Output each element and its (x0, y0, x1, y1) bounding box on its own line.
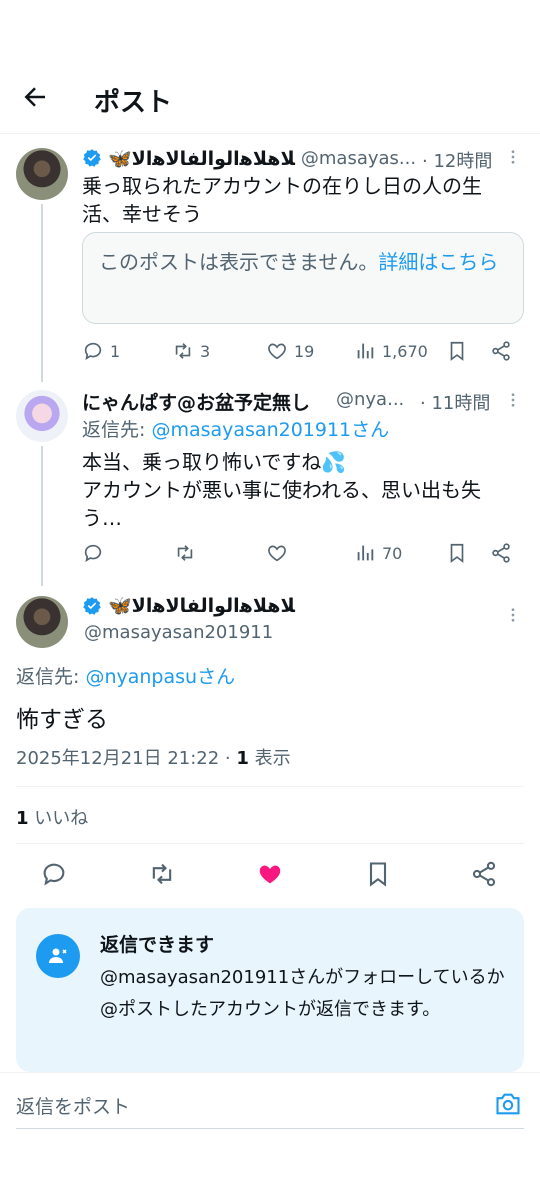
avatar[interactable] (16, 148, 68, 200)
thread-line (41, 446, 43, 586)
notice-title: 返信できます (100, 934, 215, 956)
reply-button[interactable] (82, 542, 104, 564)
reply-composer-input[interactable]: 返信をポスト (16, 1092, 476, 1119)
post1-quote-unavailable[interactable]: このポストは表示できません。詳細はこちら (82, 232, 524, 324)
bookmark-icon (450, 543, 464, 563)
page-title: ポスト (94, 88, 173, 118)
bookmark-icon (450, 341, 464, 361)
main-handle[interactable]: @masayasan201911 (84, 622, 273, 643)
more-button[interactable] (504, 391, 522, 413)
reply-to-link[interactable]: @masayasan201911さん (151, 419, 389, 441)
avatar[interactable] (16, 390, 68, 442)
views-icon (357, 343, 374, 359)
more-button[interactable] (504, 606, 522, 628)
verified-icon (83, 149, 101, 167)
post2-text: 本当、乗っ取り怖いですね💦 アカウントが悪い事に使われる、思い出も失う… (82, 450, 481, 530)
notice-text: @masayasan201911さんがフォローしているか@ポストしたアカウントが… (100, 967, 505, 1020)
bookmark-button[interactable] (364, 860, 392, 892)
share-icon (492, 341, 510, 361)
post1-time[interactable]: · 12時間 (418, 147, 493, 173)
reply-icon (43, 863, 65, 886)
main-post-name-row: 🦋ﻼﻫﻼﻫﺍﻟﻮﺍﻟﻔﺎﻟﺎﻫﺍﻟﺎ (82, 594, 295, 617)
reply-to-label: 返信先: (82, 419, 146, 441)
repost-button[interactable]: 3 (172, 340, 210, 362)
bookmark-button[interactable] (446, 542, 468, 564)
bookmark-icon (369, 862, 387, 887)
reply-permission-notice: 返信できます @masayasan201911さんがフォローしているか@ポストし… (16, 908, 524, 1072)
thread-line (41, 204, 43, 382)
quote-unavailable-text: このポストは表示できません。 (99, 250, 379, 274)
likes-summary[interactable]: 1 いいね (16, 804, 88, 830)
main-post-text: 怖すぎる (16, 707, 108, 733)
like-button[interactable] (256, 860, 284, 892)
post1-text: 乗っ取られたアカウントの在りし日の人の生活、幸せそう (82, 174, 482, 226)
more-icon (511, 393, 515, 407)
divider (0, 1072, 540, 1073)
repost-icon (175, 343, 191, 359)
bookmark-button[interactable] (446, 340, 468, 362)
verified-icon (83, 596, 101, 615)
share-icon (492, 543, 510, 563)
more-icon (511, 150, 515, 164)
reply-button[interactable] (40, 860, 68, 892)
reply-to-link[interactable]: @nyanpasuさん (85, 666, 235, 688)
main-display-name[interactable]: 🦋ﻼﻫﻼﻫﺍﻟﻮﺍﻟﻔﺎﻟﺎﻫﺍﻟﺎ (108, 594, 295, 617)
post-timestamp[interactable]: 2025年12月21日 21:22 · (16, 748, 236, 769)
notice-icon-wrap (36, 934, 80, 978)
avatar[interactable] (16, 596, 68, 648)
like-icon (268, 545, 286, 562)
post2-time[interactable]: · 11時間 (420, 389, 490, 415)
header-divider (0, 133, 540, 134)
person-icon (49, 948, 67, 963)
main-post-meta: 2025年12月21日 21:22 · 1 表示 (16, 744, 291, 770)
camera-icon (496, 1093, 520, 1115)
repost-count: 3 (200, 341, 211, 361)
share-icon (472, 861, 496, 887)
back-button[interactable] (20, 82, 54, 112)
post1-handle[interactable]: @masayas... (301, 148, 416, 169)
likes-count: 1 (16, 808, 29, 829)
reply-count: 1 (110, 341, 121, 361)
reply-button[interactable]: 1 (82, 340, 120, 362)
like-button[interactable] (266, 542, 288, 564)
more-button[interactable] (504, 148, 522, 170)
repost-button[interactable] (174, 542, 196, 564)
views-button[interactable]: 1,670 (354, 340, 428, 362)
back-arrow-icon (24, 87, 45, 107)
post2-display-name[interactable]: にゃんぱす@お盆予定無し (82, 388, 310, 415)
likes-label: いいね (28, 808, 89, 829)
main-reply-line: 返信先: @nyanpasuさん (16, 662, 235, 689)
views-icon (357, 545, 374, 561)
post2-reply-line: 返信先: @masayasan201911さん (82, 415, 389, 442)
like-count: 19 (294, 341, 315, 361)
share-button[interactable] (490, 542, 512, 564)
repost-button[interactable] (148, 860, 176, 892)
reply-icon (84, 544, 102, 563)
views-count: 1 (236, 748, 249, 769)
repost-icon (177, 545, 193, 561)
more-icon (511, 608, 515, 622)
divider (16, 843, 524, 844)
post2-handle[interactable]: @nya... (336, 389, 404, 410)
views-count: 70 (382, 543, 403, 563)
views-count: 1,670 (382, 341, 428, 361)
reply-to-label: 返信先: (16, 666, 80, 688)
composer-underline (16, 1128, 524, 1129)
repost-icon (152, 863, 172, 885)
post1-display-name[interactable]: 🦋ﻼﻫﻼﻫﺍﻟﻮﺍﻟﻔﺎﻟﺎﻫﺍﻟﺎ (108, 147, 295, 170)
reply-icon (84, 342, 102, 361)
like-icon (268, 343, 286, 360)
views-button[interactable]: 70 (354, 542, 402, 564)
camera-button[interactable] (494, 1090, 522, 1122)
views-label: 表示 (248, 748, 291, 769)
share-button[interactable] (490, 340, 512, 362)
share-button[interactable] (470, 860, 498, 892)
like-icon (259, 865, 281, 884)
like-button[interactable]: 19 (266, 340, 314, 362)
divider (16, 786, 524, 787)
details-link[interactable]: 詳細はこちら (378, 250, 498, 274)
